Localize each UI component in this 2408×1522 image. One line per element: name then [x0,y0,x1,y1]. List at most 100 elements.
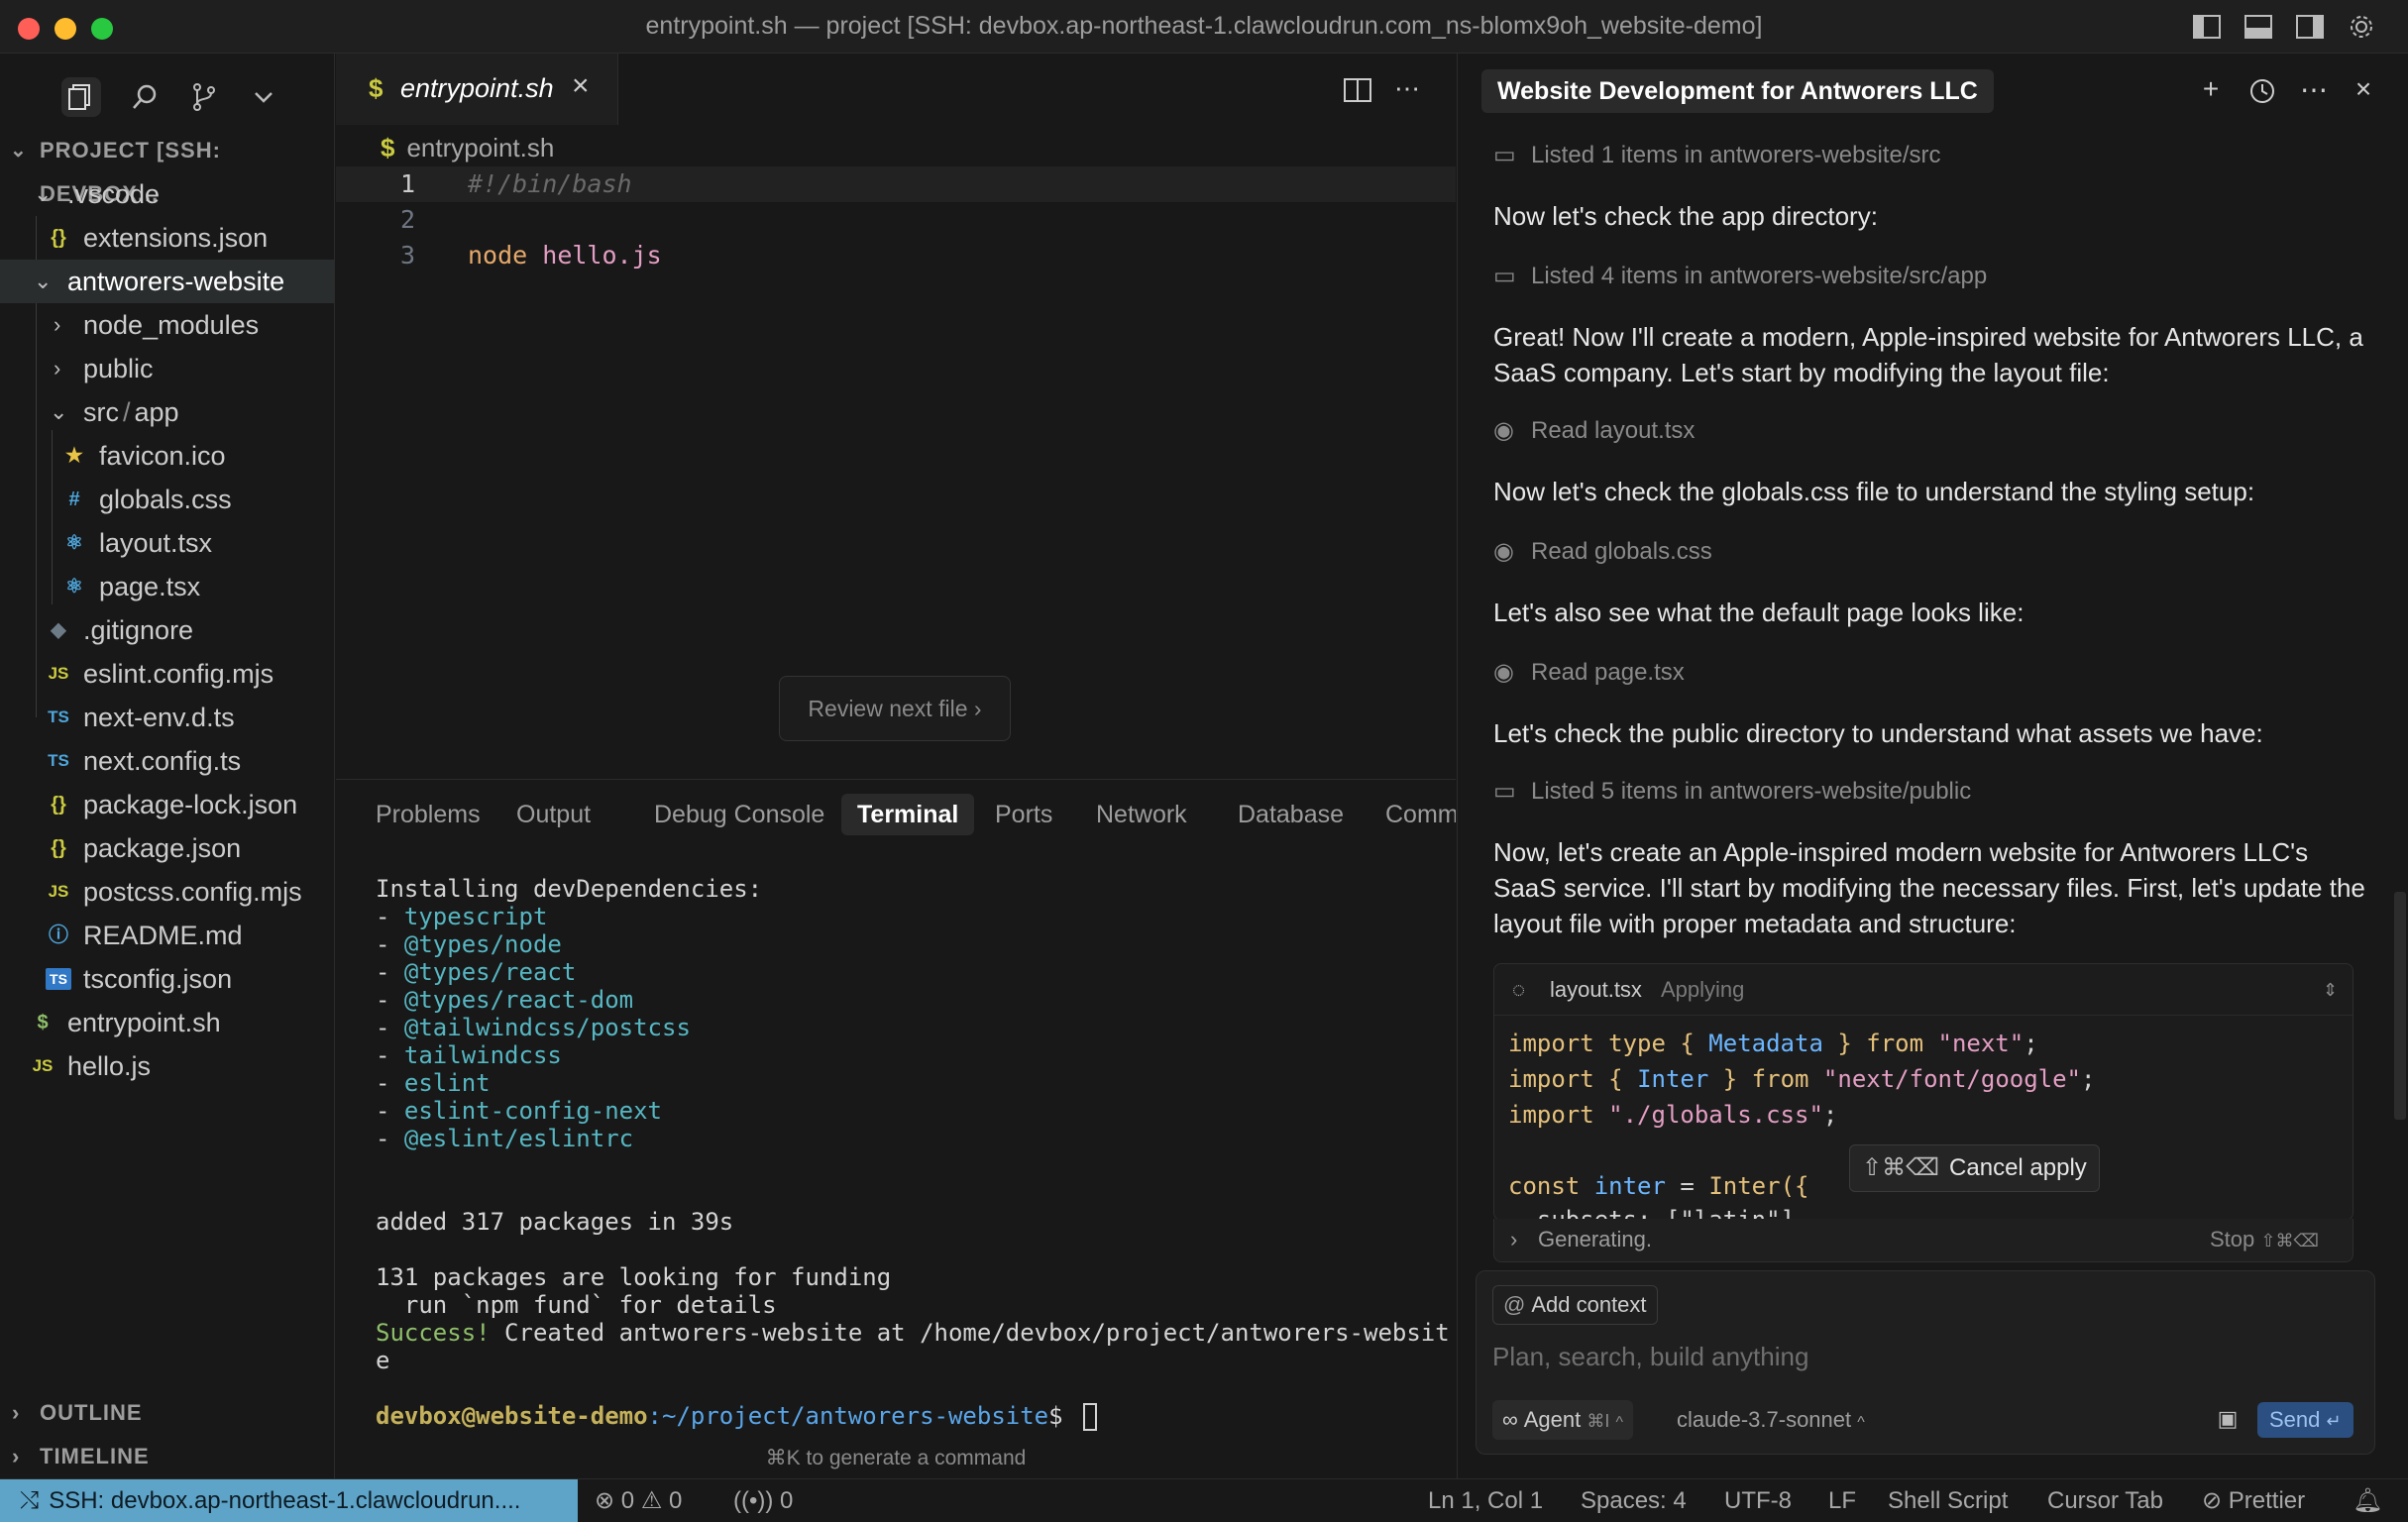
source-control-icon[interactable] [184,77,224,117]
chevron-right-icon[interactable]: › [1510,1219,1517,1260]
end-of-line[interactable]: LF [1828,1479,1856,1522]
more-actions-icon[interactable]: ⋯ [1390,73,1424,107]
code-line[interactable]: 3 node hello.js [336,238,1456,273]
chevron-down-icon[interactable] [244,77,283,117]
bottom-panel: Problems Output Debug Console Terminal P… [336,779,1456,1478]
tree-file-postcss-config[interactable]: JS postcss.config.mjs [0,870,334,914]
tree-file-globals-css[interactable]: # globals.css [0,478,334,521]
model-selector[interactable]: claude-3.7-sonnet ^ [1677,1400,1865,1440]
panel-tab-network[interactable]: Network [1080,794,1203,835]
code-line[interactable]: 2 [336,202,1456,238]
code-apply-card: ◌ layout.tsx Applying ⇕ import type { Me… [1493,963,2353,1221]
assistant-message: Now let's check the globals.css file to … [1493,477,2255,506]
tree-folder-src-app[interactable]: ⌄ src / app [0,390,334,434]
tree-file-eslint-config[interactable]: JS eslint.config.mjs [0,652,334,696]
tool-call-read[interactable]: ◉ Read page.tsx [1493,658,1685,687]
cancel-apply-button[interactable]: ⇧⌘⌫ Cancel apply [1849,1144,2100,1192]
tool-call-list[interactable]: ▭ Listed 5 items in antworers-website/pub… [1493,777,1971,806]
toggle-primary-sidebar-icon[interactable] [2192,14,2222,40]
chevron-up-icon: ^ [1857,1414,1865,1431]
tree-file-next-env[interactable]: TS next-env.d.ts [0,696,334,739]
toggle-secondary-sidebar-icon[interactable] [2295,14,2325,40]
send-button[interactable]: Send ↵ [2257,1402,2353,1438]
tree-folder-vscode[interactable]: ⌄ .vscode [0,172,334,216]
terminal-line: - @types/react-dom [376,986,634,1014]
close-icon[interactable]: × [2346,73,2381,109]
indentation[interactable]: Spaces: 4 [1581,1479,1687,1522]
code-card-header[interactable]: ◌ layout.tsx Applying ⇕ [1494,964,2353,1016]
chat-scrollbar[interactable] [2394,892,2406,1120]
tree-file-readme[interactable]: ⓘ README.md [0,914,334,957]
tool-call-list[interactable]: ▭ Listed 4 items in antworers-website/src… [1493,262,1987,290]
panel-tab-database[interactable]: Database [1222,794,1360,835]
settings-gear-icon[interactable] [2347,14,2376,40]
folder-app: app [134,397,179,427]
cursor-tab-indicator[interactable]: Cursor Tab [2047,1479,2163,1522]
tree-file-favicon[interactable]: ★ favicon.ico [0,434,334,478]
project-section-header[interactable]: ⌄ PROJECT [SSH: DEVBOX... [0,129,334,206]
split-editor-icon[interactable] [1341,73,1374,107]
json-file-icon: {} [51,227,66,249]
panel-tab-comments[interactable]: Comm [1369,794,1456,835]
panel-tab-debug-console[interactable]: Debug Console [638,794,840,835]
tree-file-package-lock[interactable]: {} package-lock.json [0,783,334,826]
panel-tab-output[interactable]: Output [500,794,606,835]
ports-indicator[interactable]: ((•)) 0 [733,1479,793,1522]
image-attach-icon[interactable]: ▣ [2214,1406,2242,1434]
tool-call-read[interactable]: ◉ Read globals.css [1493,537,1712,566]
terminal-line: 131 packages are looking for funding [376,1263,892,1291]
tree-file-next-config[interactable]: TS next.config.ts [0,739,334,783]
assistant-message: Now let's check the app directory: [1493,201,1878,231]
tree-file-page-tsx[interactable]: ⚛ page.tsx [0,565,334,608]
code-line[interactable]: 1 #!/bin/bash [336,166,1456,202]
terminal-line: Installing devDependencies: [376,875,763,903]
tool-call-list[interactable]: ▭ Listed 1 items in antworers-website/src [1493,141,1940,169]
terminal-line: - tailwindcss [376,1041,562,1069]
new-chat-icon[interactable]: + [2193,73,2229,109]
tree-folder-antworers-website[interactable]: ⌄ antworers-website [0,260,334,303]
close-icon[interactable]: × [572,69,590,103]
more-options-icon[interactable]: ⋯ [2296,73,2332,109]
language-mode[interactable]: Shell Script [1888,1479,2008,1522]
problems-indicator[interactable]: ⊗ 0 ⚠ 0 [595,1479,682,1522]
add-context-button[interactable]: @ Add context [1492,1285,1658,1325]
outline-section-header[interactable]: › OUTLINE [0,1391,334,1435]
toggle-panel-icon[interactable] [2244,14,2273,40]
review-next-file-button[interactable]: Review next file › [779,676,1011,741]
tree-folder-public[interactable]: › public [0,347,334,390]
terminal-prompt[interactable]: devbox@website-demo:~/project/antworers-… [376,1402,1098,1431]
cursor-position[interactable]: Ln 1, Col 1 [1428,1479,1543,1522]
tool-call-read[interactable]: ◉ Read layout.tsx [1493,416,1695,445]
agent-mode-selector[interactable]: ∞ Agent ⌘I ^ [1492,1400,1633,1440]
panel-tab-terminal[interactable]: Terminal [841,794,975,835]
search-icon[interactable] [125,77,164,117]
chat-title[interactable]: Website Development for Antworers LLC [1481,69,1994,113]
encoding[interactable]: UTF-8 [1724,1479,1792,1522]
tab-entrypoint-sh[interactable]: $ entrypoint.sh × [336,54,618,125]
tree-file-hello-js[interactable]: JS hello.js [0,1044,334,1088]
stop-button[interactable]: Stop ⇧⌘⌫ [2210,1219,2319,1261]
panel-tab-ports[interactable]: Ports [979,794,1068,835]
timeline-section-header[interactable]: › TIMELINE [0,1435,334,1478]
assistant-message: Let's check the public directory to unde… [1493,718,2263,748]
chat-input[interactable] [1492,1337,2354,1376]
tree-file-package-json[interactable]: {} package.json [0,826,334,870]
tree-file-extensions-json[interactable]: {} extensions.json [0,216,334,260]
terminal-line: - typescript [376,903,548,930]
tree-file-gitignore[interactable]: ◆ .gitignore [0,608,334,652]
history-icon[interactable] [2244,73,2280,109]
expand-collapse-icon[interactable]: ⇕ [2323,964,2338,1016]
notifications-bell-icon[interactable]: 🔔︎ [2353,1479,2382,1522]
explorer-files-icon[interactable] [61,77,101,117]
check-circle-icon: ⊘ [2202,1487,2223,1514]
remote-indicator[interactable]: ⤭ SSH: devbox.ap-northeast-1.clawcloudrun… [0,1479,578,1522]
panel-tab-problems[interactable]: Problems [360,794,496,835]
tree-file-entrypoint-sh[interactable]: $ entrypoint.sh [0,1001,334,1044]
terminal-line: - @types/node [376,930,562,958]
tree-file-tsconfig[interactable]: TS tsconfig.json [0,957,334,1001]
prettier-indicator[interactable]: ⊘ Prettier [2202,1479,2305,1522]
tree-folder-node-modules[interactable]: › node_modules [0,303,334,347]
tree-file-layout-tsx[interactable]: ⚛ layout.tsx [0,521,334,565]
code-line: import type { Metadata } from "next"; [1508,1030,2038,1057]
breadcrumb[interactable]: $ entrypoint.sh [381,133,554,163]
